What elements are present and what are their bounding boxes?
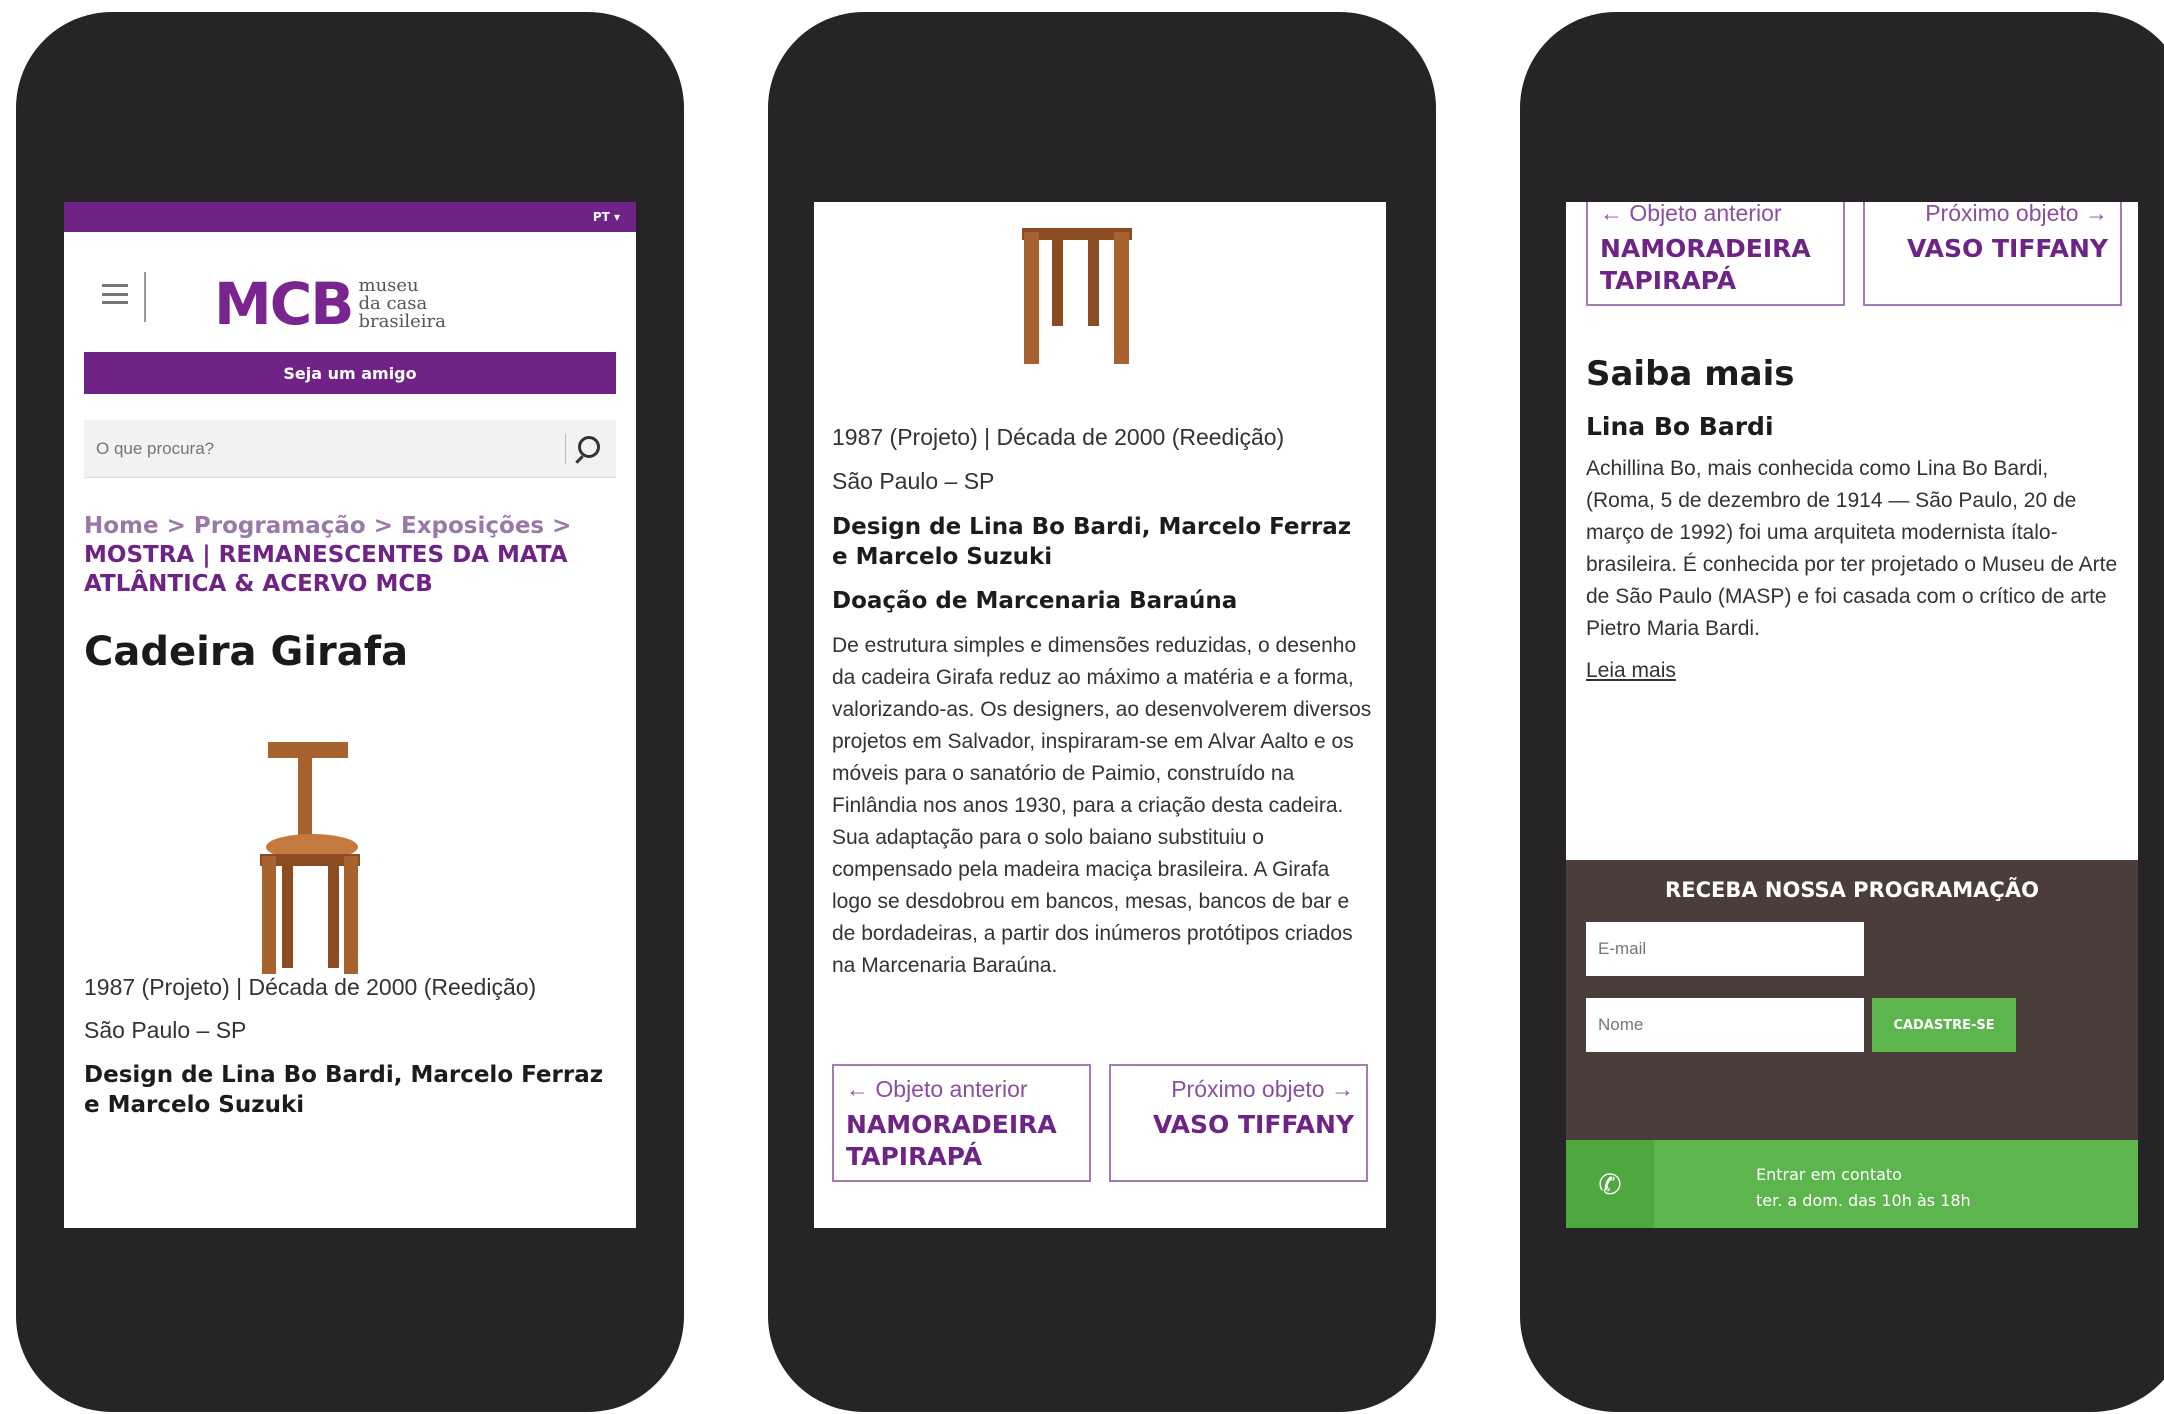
object-description: De estrutura simples e dimensões reduzid… (832, 634, 1372, 977)
search-icon[interactable] (578, 436, 600, 458)
previous-object-title: NAMORADEIRA TAPIRAPÁ (846, 1110, 1057, 1171)
saiba-mais-section: Saiba mais Lina Bo Bardi Achillina Bo, m… (1566, 306, 2138, 683)
contact-text: Entrar em contato ter. a dom. das 10h às… (1756, 1162, 1971, 1214)
next-object-title: VASO TIFFANY (1153, 1110, 1354, 1139)
site-header: MCB museu da casa brasileira (64, 232, 636, 352)
newsletter-section: RECEBA NOSSA PROGRAMAÇÃO CADASTRE-SE (1566, 860, 2138, 1140)
phone-icon: ✆ (1566, 1140, 1654, 1228)
email-field[interactable] (1586, 922, 1864, 976)
next-object-link[interactable]: Próximo objeto → VASO TIFFANY (1863, 202, 2122, 306)
search-input[interactable] (84, 420, 524, 478)
breadcrumb-home[interactable]: Home (84, 513, 159, 539)
breadcrumb-exposicoes[interactable]: Exposições (401, 513, 544, 539)
page-title: Cadeira Girafa (84, 629, 409, 675)
phone-mockup-1: PT ▾ MCB museu da casa brasileira Seja u… (16, 12, 684, 1412)
search-bar (84, 420, 616, 478)
logo-mark: MCB (214, 270, 354, 338)
read-more-link[interactable]: Leia mais (1586, 659, 1676, 683)
saiba-mais-heading: Saiba mais (1586, 354, 1795, 394)
object-place: São Paulo – SP (84, 1017, 247, 1043)
next-object-title: VASO TIFFANY (1907, 234, 2108, 263)
breadcrumb-programacao[interactable]: Programação (194, 513, 366, 539)
object-date: 1987 (Projeto) | Década de 2000 (Reediçã… (832, 424, 1285, 450)
language-selector[interactable]: PT ▾ (593, 210, 620, 224)
header-divider (144, 272, 146, 322)
contact-hours: ter. a dom. das 10h às 18h (1756, 1191, 1971, 1210)
previous-object-link[interactable]: ← Objeto anterior NAMORADEIRA TAPIRAPÁ (832, 1064, 1091, 1182)
subscribe-button[interactable]: CADASTRE-SE (1872, 998, 2016, 1052)
breadcrumb: Home > Programação > Exposições > MOSTRA… (84, 513, 572, 597)
friend-button[interactable]: Seja um amigo (84, 352, 616, 394)
mcb-logo[interactable]: MCB museu da casa brasileira (214, 270, 446, 338)
phone-screen-1: PT ▾ MCB museu da casa brasileira Seja u… (64, 202, 636, 1228)
object-date: 1987 (Projeto) | Década de 2000 (Reediçã… (84, 974, 537, 1000)
next-object-link[interactable]: Próximo objeto → VASO TIFFANY (1109, 1064, 1368, 1182)
object-navigation: ← Objeto anterior NAMORADEIRA TAPIRAPÁ P… (832, 1064, 1368, 1182)
phone-mockup-2: 1987 (Projeto) | Década de 2000 (Reediçã… (768, 12, 1436, 1412)
hamburger-menu-icon[interactable] (102, 284, 128, 304)
person-bio: Achillina Bo, mais conhecida como Lina B… (1586, 457, 2118, 640)
logo-text: museu da casa brasileira (358, 275, 446, 332)
phone-mockup-3: ← Objeto anterior NAMORADEIRA TAPIRAPÁ P… (1520, 12, 2164, 1412)
previous-object-title: NAMORADEIRA TAPIRAPÁ (1600, 234, 1811, 295)
contact-label: Entrar em contato (1756, 1165, 1902, 1184)
name-field[interactable] (1586, 998, 1864, 1052)
previous-object-link[interactable]: ← Objeto anterior NAMORADEIRA TAPIRAPÁ (1586, 202, 1845, 306)
phone-screen-3: ← Objeto anterior NAMORADEIRA TAPIRAPÁ P… (1566, 202, 2138, 1228)
contact-bar[interactable]: ✆ Entrar em contato ter. a dom. das 10h … (1566, 1140, 2138, 1228)
object-design-credit: Design de Lina Bo Bardi, Marcelo Ferraz … (832, 514, 1352, 570)
object-place: São Paulo – SP (832, 468, 995, 494)
chair-image-cropped (1022, 202, 1142, 366)
chair-image (260, 742, 380, 978)
object-design-credit: Design de Lina Bo Bardi, Marcelo Ferraz … (84, 1062, 604, 1118)
previous-object-label: ← Objeto anterior (1600, 202, 1782, 226)
phone-screen-2: 1987 (Projeto) | Década de 2000 (Reediçã… (814, 202, 1386, 1228)
previous-object-label: ← Objeto anterior (846, 1076, 1028, 1102)
search-divider (565, 434, 566, 464)
object-donation: Doação de Marcenaria Baraúna (832, 588, 1238, 614)
next-object-label: Próximo objeto → (1171, 1076, 1354, 1102)
breadcrumb-current: MOSTRA | REMANESCENTES DA MATA ATLÂNTICA… (84, 542, 568, 597)
next-object-label: Próximo objeto → (1925, 202, 2108, 226)
newsletter-title: RECEBA NOSSA PROGRAMAÇÃO (1665, 878, 2039, 902)
object-navigation: ← Objeto anterior NAMORADEIRA TAPIRAPÁ P… (1586, 202, 2122, 306)
top-bar: PT ▾ (64, 202, 636, 232)
person-name: Lina Bo Bardi (1586, 412, 1774, 441)
